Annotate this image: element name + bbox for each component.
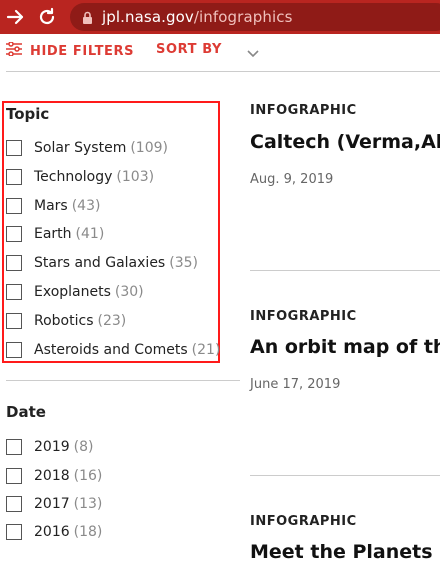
checkbox[interactable] — [6, 524, 22, 540]
reload-icon[interactable] — [35, 5, 59, 29]
option-label: 2017 — [34, 496, 70, 512]
topic-option-stars-and-galaxies[interactable]: Stars and Galaxies (35) — [6, 253, 198, 273]
card-kicker: INFOGRAPHIC — [250, 514, 357, 529]
date-option-2019[interactable]: 2019 (8) — [6, 437, 93, 457]
checkbox[interactable] — [6, 313, 22, 329]
card-kicker: INFOGRAPHIC — [250, 309, 357, 324]
option-count: (109) — [130, 140, 168, 156]
checkbox[interactable] — [6, 226, 22, 242]
topic-option-exoplanets[interactable]: Exoplanets (30) — [6, 282, 144, 302]
topic-heading: Topic — [6, 105, 50, 123]
date-heading: Date — [6, 403, 46, 421]
option-label: Exoplanets — [34, 284, 111, 300]
checkbox[interactable] — [6, 140, 22, 156]
card-date: Aug. 9, 2019 — [250, 172, 334, 187]
topic-option-asteroids-and-comets[interactable]: Asteroids and Comets (21) — [6, 340, 220, 360]
card-divider — [250, 270, 440, 271]
option-label: Technology — [34, 169, 113, 185]
forward-arrow-icon[interactable] — [4, 5, 28, 29]
topic-option-solar-system[interactable]: Solar System (109) — [6, 138, 168, 158]
filter-bar: HIDE FILTERS SORT BY — [0, 34, 440, 72]
card-title-link[interactable]: Meet the Planets — [250, 541, 440, 563]
option-label: 2018 — [34, 468, 70, 484]
card-title-link[interactable]: An orbit map of th — [250, 336, 440, 358]
option-count: (35) — [169, 255, 198, 271]
option-count: (41) — [75, 226, 105, 242]
address-bar[interactable]: jpl.nasa.gov/infographics — [70, 3, 440, 31]
option-label: Robotics — [34, 313, 94, 329]
option-count: (30) — [114, 284, 144, 300]
checkbox[interactable] — [6, 198, 22, 214]
checkbox[interactable] — [6, 468, 22, 484]
card-divider — [250, 475, 440, 476]
date-option-2018[interactable]: 2018 (16) — [6, 466, 102, 486]
lock-icon — [82, 10, 93, 29]
topic-option-earth[interactable]: Earth (41) — [6, 224, 104, 244]
url-text: jpl.nasa.gov/infographics — [102, 8, 293, 26]
option-label: 2016 — [34, 524, 70, 540]
option-label: Solar System — [34, 140, 127, 156]
chevron-down-icon[interactable] — [246, 44, 260, 63]
hide-filters-label: HIDE FILTERS — [30, 43, 135, 59]
checkbox[interactable] — [6, 255, 22, 271]
sort-by-button[interactable]: SORT BY — [156, 42, 222, 57]
option-count: (13) — [73, 496, 103, 512]
card-date: June 17, 2019 — [250, 377, 341, 392]
url-path: /infographics — [193, 8, 293, 26]
topic-option-mars[interactable]: Mars (43) — [6, 196, 100, 216]
option-label: Earth — [34, 226, 72, 242]
checkbox[interactable] — [6, 284, 22, 300]
option-count: (23) — [97, 313, 127, 329]
option-label: 2019 — [34, 439, 70, 455]
checkbox[interactable] — [6, 342, 22, 358]
option-label: Asteroids and Comets — [34, 342, 188, 358]
option-count: (43) — [71, 198, 101, 214]
option-label: Mars — [34, 198, 68, 214]
option-label: Stars and Galaxies — [34, 255, 166, 271]
option-count: (8) — [73, 439, 94, 455]
checkbox[interactable] — [6, 439, 22, 455]
filter-bar-divider — [6, 71, 440, 72]
date-option-2017[interactable]: 2017 (13) — [6, 494, 102, 514]
option-count: (103) — [116, 169, 155, 185]
date-option-2016[interactable]: 2016 (18) — [6, 522, 102, 542]
browser-toolbar: jpl.nasa.gov/infographics — [0, 0, 440, 34]
option-count: (16) — [73, 468, 103, 484]
topic-option-technology[interactable]: Technology (103) — [6, 167, 154, 187]
topic-option-robotics[interactable]: Robotics (23) — [6, 311, 126, 331]
hide-filters-button[interactable]: HIDE FILTERS — [6, 41, 135, 60]
sliders-icon — [6, 41, 22, 60]
option-count: (21) — [191, 342, 221, 358]
option-count: (18) — [73, 524, 103, 540]
topic-divider — [6, 380, 240, 381]
card-title-link[interactable]: Caltech (Verma,Ak — [250, 131, 440, 153]
card-kicker: INFOGRAPHIC — [250, 103, 357, 118]
checkbox[interactable] — [6, 169, 22, 185]
url-host: jpl.nasa.gov — [102, 8, 194, 26]
checkbox[interactable] — [6, 496, 22, 512]
